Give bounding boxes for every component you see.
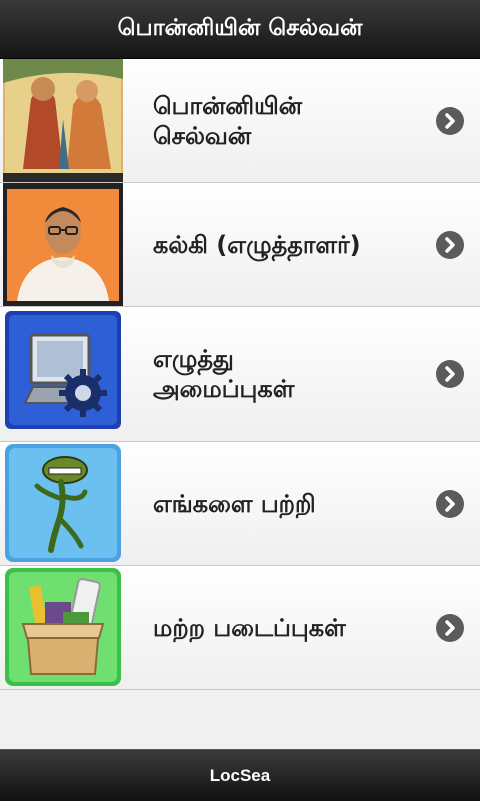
chevron-right-icon[interactable] — [436, 230, 464, 259]
chevron-right-icon[interactable] — [436, 106, 464, 135]
item-label: கல்கி (எழுத்தாளர்) — [153, 230, 361, 259]
chevron-right-icon[interactable] — [436, 360, 464, 388]
list-item-ponniyin-selvan[interactable]: பொன்னியின் செல்வன் — [0, 59, 480, 183]
list-item-about-us[interactable]: எங்களை பற்றி — [0, 442, 480, 566]
item-label: மற்ற படைப்புகள் — [153, 613, 346, 642]
character-thumbnail — [3, 442, 123, 565]
item-label: பொன்னியின் செல்வன் — [153, 91, 302, 150]
app-header: பொன்னியின் செல்வன் — [0, 0, 480, 59]
box-thumbnail — [3, 566, 123, 689]
list-item-font-settings[interactable]: எழுத்து அமைப்புகள் — [0, 307, 480, 442]
item-label: எங்களை பற்றி — [153, 489, 316, 518]
menu-list: பொன்னியின் செல்வன் கல்கி (எழுத்தாளர்) எழ… — [0, 59, 480, 690]
list-item-kalki-author[interactable]: கல்கி (எழுத்தாளர்) — [0, 183, 480, 307]
computer-settings-thumbnail — [3, 307, 123, 441]
page-title: பொன்னியின் செல்வன் — [117, 14, 363, 41]
app-footer: LocSea — [0, 749, 480, 801]
chevron-right-icon[interactable] — [436, 613, 464, 642]
author-portrait-thumbnail — [3, 183, 123, 306]
list-item-other-works[interactable]: மற்ற படைப்புகள் — [0, 566, 480, 690]
footer-brand: LocSea — [209, 765, 271, 785]
item-label: எழுத்து அமைப்புகள் — [153, 345, 295, 403]
painting-thumbnail — [3, 59, 123, 182]
chevron-right-icon[interactable] — [436, 489, 464, 518]
